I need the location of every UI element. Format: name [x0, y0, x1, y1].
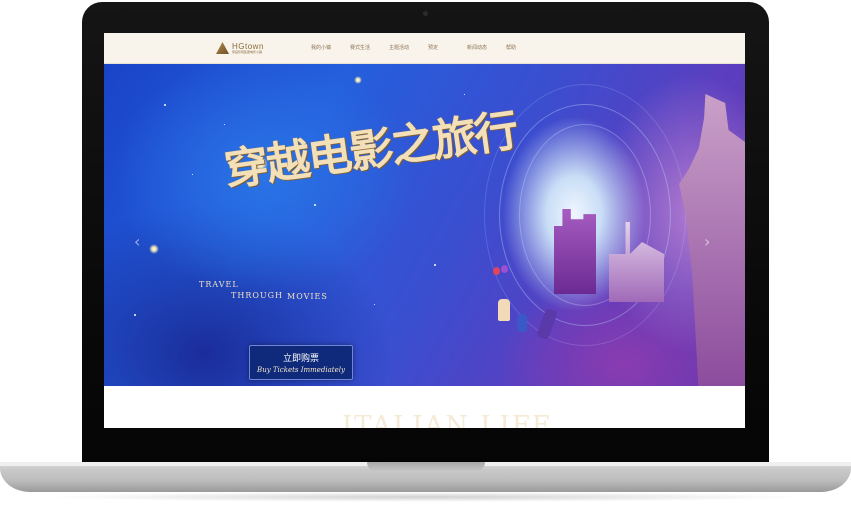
- site-header: HGtown 家庭影院集团电影小镇 我的小镇 赛式生活 主题活动 预定 新闻动态…: [104, 33, 745, 64]
- section-watermark: ITALIAN LIFE: [342, 411, 553, 428]
- star: [434, 264, 436, 266]
- star: [224, 124, 225, 125]
- star-glow: [149, 244, 159, 254]
- hero-banner: 穿越电影之旅行 TRAVEL THROUGH MOVIES 立即购票 Buy T…: [104, 64, 745, 386]
- main-nav: 我的小镇 赛式生活 主题活动 预定 新闻动态 帮助: [311, 44, 545, 51]
- star: [164, 104, 166, 106]
- buy-tickets-button[interactable]: 立即购票 Buy Tickets Immediately: [249, 345, 353, 380]
- carousel-next-icon[interactable]: ›: [704, 232, 710, 251]
- star: [464, 94, 465, 95]
- nav-item-news[interactable]: 新闻动态: [467, 44, 506, 51]
- star: [134, 314, 136, 316]
- hero-title-en-line: TRAVEL: [199, 280, 239, 289]
- logo-mark-icon: [216, 42, 229, 54]
- nav-item-events[interactable]: 主题活动: [389, 44, 428, 51]
- hero-title-en-line: MOVIES: [287, 292, 328, 301]
- nav-item-my-town[interactable]: 我的小镇: [311, 44, 350, 51]
- laptop-shadow: [40, 492, 811, 502]
- star: [192, 174, 193, 175]
- carousel-prev-icon[interactable]: ‹: [134, 232, 140, 251]
- hero-title-en: TRAVEL THROUGH MOVIES: [199, 279, 328, 302]
- balloon: [501, 265, 508, 273]
- balloon: [493, 267, 500, 275]
- child-figure: [517, 314, 527, 332]
- webcam: [423, 11, 428, 16]
- star-glow: [354, 76, 362, 84]
- logo-tagline: 家庭影院集团电影小镇: [232, 49, 263, 54]
- child-figure: [498, 299, 510, 321]
- nav-item-booking[interactable]: 预定: [428, 44, 467, 51]
- laptop-opening-notch: [367, 462, 485, 472]
- buy-tickets-label-cn: 立即购票: [282, 354, 319, 364]
- nav-item-lifestyle[interactable]: 赛式生活: [350, 44, 389, 51]
- statue-illustration: [679, 94, 745, 386]
- screen: HGtown 家庭影院集团电影小镇 我的小镇 赛式生活 主题活动 预定 新闻动态…: [104, 33, 745, 428]
- site-logo[interactable]: HGtown 家庭影院集团电影小镇: [216, 41, 264, 55]
- star: [314, 204, 316, 206]
- buy-tickets-label-en: Buy Tickets Immediately: [257, 366, 345, 374]
- hero-title-cn: 穿越电影之旅行: [221, 105, 520, 197]
- star: [374, 304, 375, 305]
- nav-item-help[interactable]: 帮助: [506, 44, 545, 51]
